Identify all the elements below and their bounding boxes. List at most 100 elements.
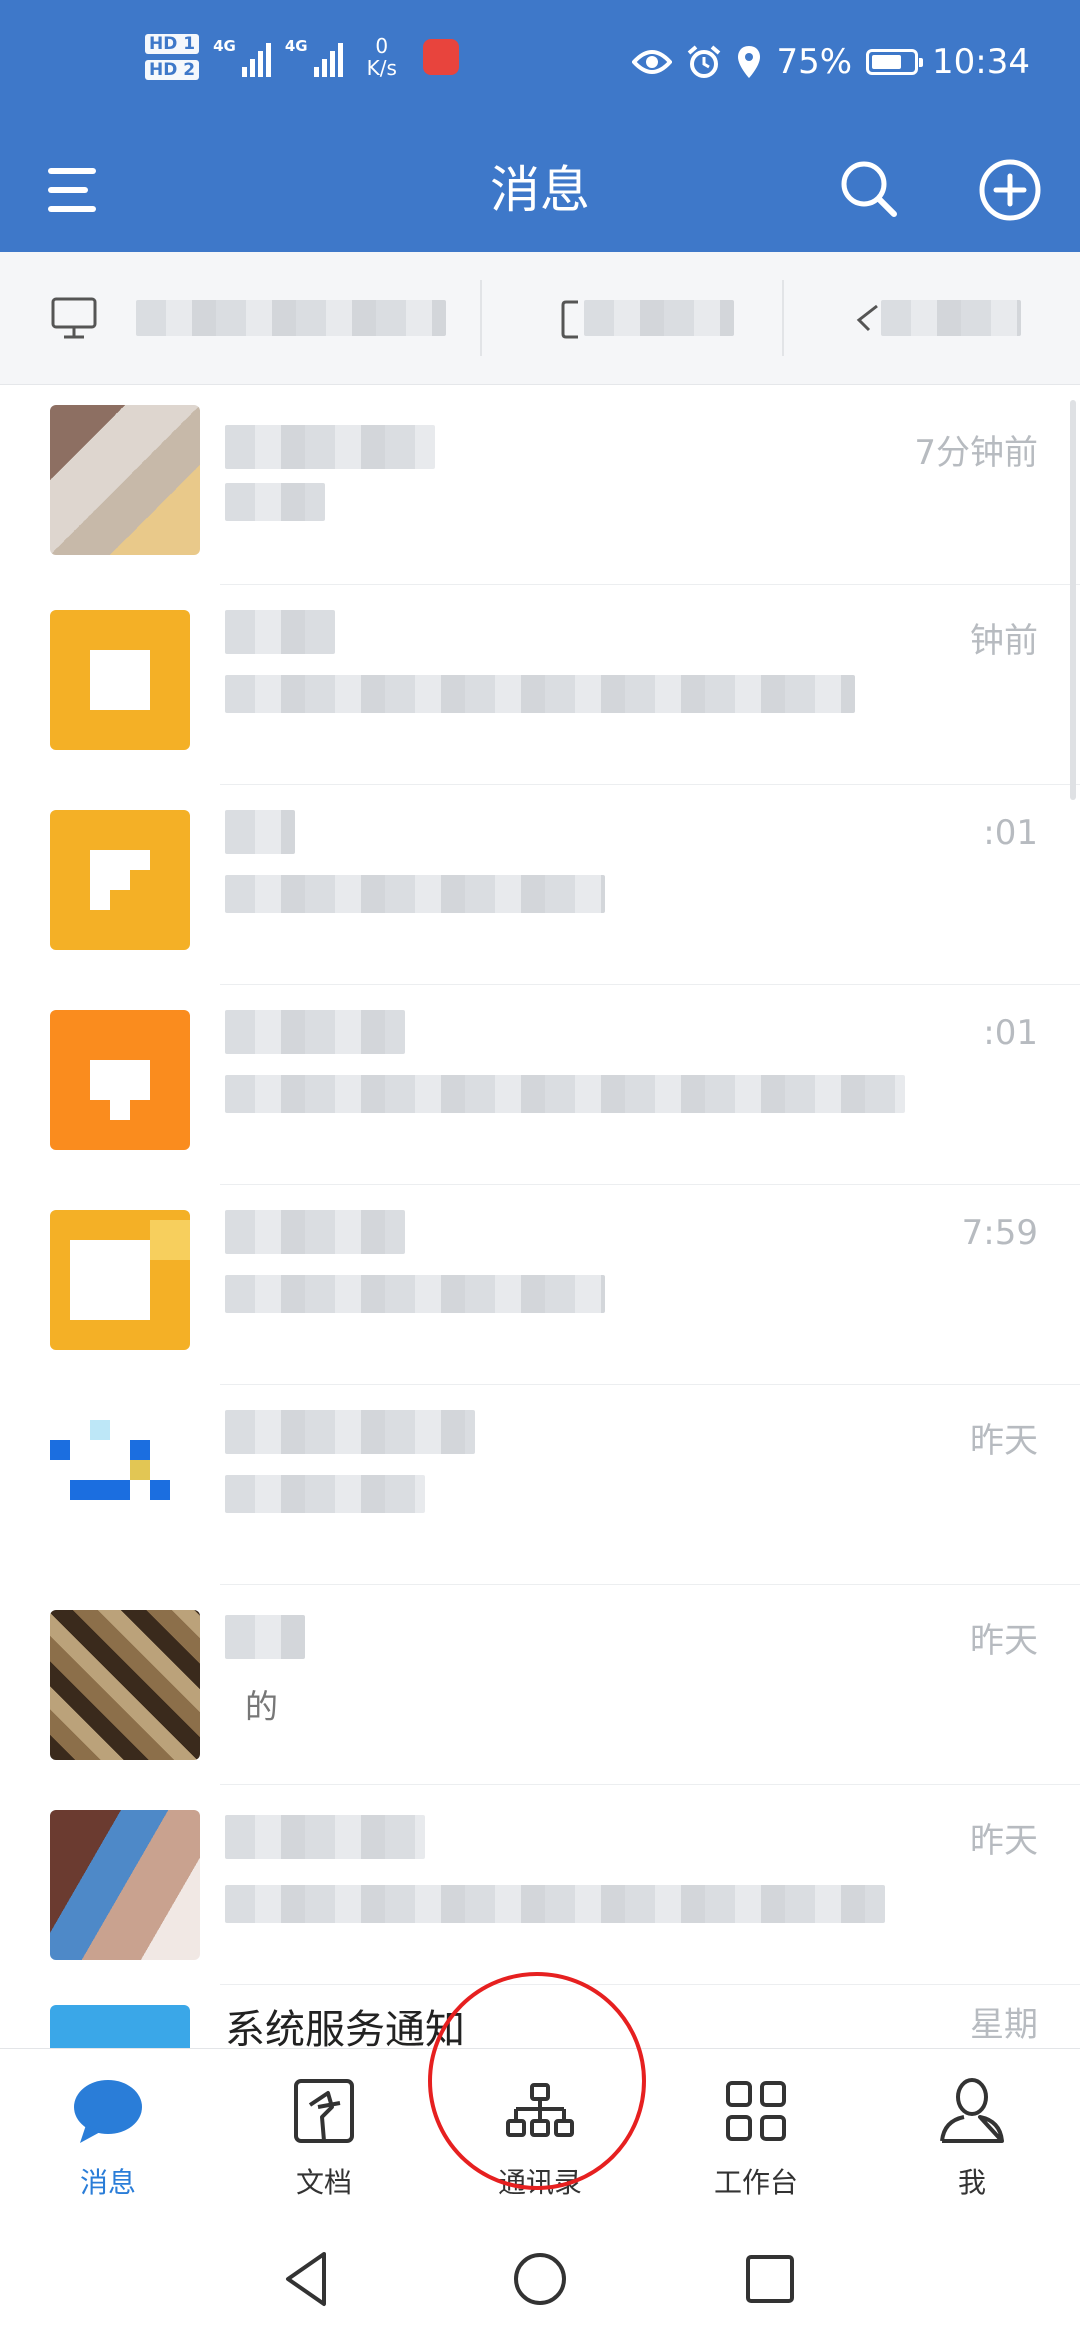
conversation-name-redacted [225,1615,305,1659]
conversation-row[interactable]: :01 [0,785,1080,985]
alarm-icon [688,45,721,78]
nav-tab-documents[interactable]: 文档 [216,2049,432,2219]
hd2-badge: HD 2 [145,60,200,80]
signal-2-icon: 4G [285,37,343,77]
conversation-name-redacted [225,1210,405,1254]
title-bar: 消息 [0,130,1080,252]
avatar [50,1010,190,1150]
status-bar: HD 1 HD 2 4G 4G 0 K/s 75% 10:34 [0,0,1080,130]
app-header: HD 1 HD 2 4G 4G 0 K/s 75% 10:34 消息 [0,0,1080,252]
eye-icon [632,50,673,74]
conversation-list: 7分钟前 钟前 :01 :01 7:59 昨天 的 昨天 昨天 系统服务通知 星… [0,385,1080,2185]
nav-tab-label: 工作台 [713,2166,798,2199]
net-speed-unit: K/s [366,56,397,80]
conversation-preview-redacted [225,1275,605,1313]
conversation-time: 星期 [970,2005,1038,2045]
strip-item-tag[interactable] [855,252,1021,384]
document-icon [294,2079,354,2143]
status-left: HD 1 HD 2 4G 4G 0 K/s [145,34,459,80]
strip-item-folder[interactable] [560,252,734,384]
status-right: 75% 10:34 [632,42,1030,82]
search-button[interactable] [830,150,910,230]
plus-circle-icon [979,159,1041,221]
search-icon [841,161,897,217]
conversation-row[interactable]: 昨天 [0,1785,1080,1985]
conversation-time: 昨天 [970,1821,1038,1861]
network-1-label: 4G [213,37,236,55]
avatar [50,810,190,950]
hd-indicators: HD 1 HD 2 [145,34,200,80]
location-icon [738,46,761,78]
conversation-preview-redacted [225,675,855,713]
recents-button[interactable] [735,2244,805,2314]
list-scrollbar[interactable] [1070,400,1076,800]
add-button[interactable] [970,150,1050,230]
avatar [50,610,190,750]
conversation-preview-redacted [225,1075,905,1113]
avatar [50,405,200,555]
avatar [50,1810,200,1960]
avatar [50,1410,190,1550]
conversation-row[interactable]: 7分钟前 [0,385,1080,585]
back-button[interactable] [272,2244,342,2314]
battery-icon [866,49,924,75]
avatar [50,1210,190,1350]
nav-tab-label: 我 [957,2166,986,2199]
hd1-badge: HD 1 [145,34,200,54]
conversation-name-redacted [225,425,435,469]
conversation-time: 昨天 [970,1621,1038,1661]
strip-item-desktop[interactable] [50,252,446,384]
app-notification-icon [422,39,459,75]
system-navigation-bar [0,2218,1080,2340]
annotation-circle [428,1972,646,2190]
conversation-time: 钟前 [970,621,1038,661]
conversation-time: 7分钟前 [914,433,1038,473]
home-button[interactable] [505,2244,575,2314]
clock: 10:34 [932,42,1030,82]
desktop-icon [51,297,97,339]
conversation-preview-redacted [225,1475,425,1513]
person-icon [940,2078,1004,2143]
conversation-time: 昨天 [970,1421,1038,1461]
network-2-label: 4G [284,37,308,55]
battery-percent: 75% [776,42,853,82]
chat-bubble-icon [74,2080,142,2143]
net-speed: 0 K/s [367,35,397,79]
nav-tab-label: 文档 [295,2166,352,2199]
strip-item-tag-label-redacted [881,300,1021,336]
quick-access-strip [0,252,1080,385]
conversation-name-redacted [225,810,295,854]
net-speed-value: 0 [375,34,389,58]
signal-1-icon: 4G [213,37,271,77]
conversation-name: 系统服务通知 [225,2007,465,2053]
home-circle-icon [514,2253,566,2305]
avatar [50,1610,200,1760]
nav-tab-me[interactable]: 我 [864,2049,1080,2219]
nav-tab-label: 消息 [79,2166,136,2199]
folder-icon [561,300,578,339]
conversation-preview-redacted [225,1885,885,1923]
conversation-preview: 的 [245,1687,278,1726]
strip-separator [480,280,482,356]
strip-item-folder-label-redacted [584,300,734,336]
page-title: 消息 [490,161,590,219]
conversation-time: :01 [983,1013,1038,1053]
nav-tab-messages[interactable]: 消息 [0,2049,216,2219]
strip-separator [782,280,784,356]
conversation-name-redacted [225,610,335,654]
conversation-time: 7:59 [961,1213,1038,1253]
back-triangle-icon [286,2252,326,2306]
conversation-row[interactable]: :01 [0,985,1080,1185]
battery-fill [872,55,901,69]
nav-tab-workbench[interactable]: 工作台 [648,2049,864,2219]
conversation-name-redacted [225,1410,475,1454]
grid-icon [726,2081,786,2141]
conversation-row[interactable]: 钟前 [0,585,1080,785]
conversation-row[interactable]: 的 昨天 [0,1585,1080,1785]
recents-square-icon [746,2255,794,2303]
strip-item-desktop-label-redacted [136,300,446,336]
conversation-row[interactable]: 7:59 [0,1185,1080,1385]
conversation-preview-redacted [225,483,325,521]
conversation-name-redacted [225,1010,405,1054]
conversation-row[interactable]: 昨天 [0,1385,1080,1585]
